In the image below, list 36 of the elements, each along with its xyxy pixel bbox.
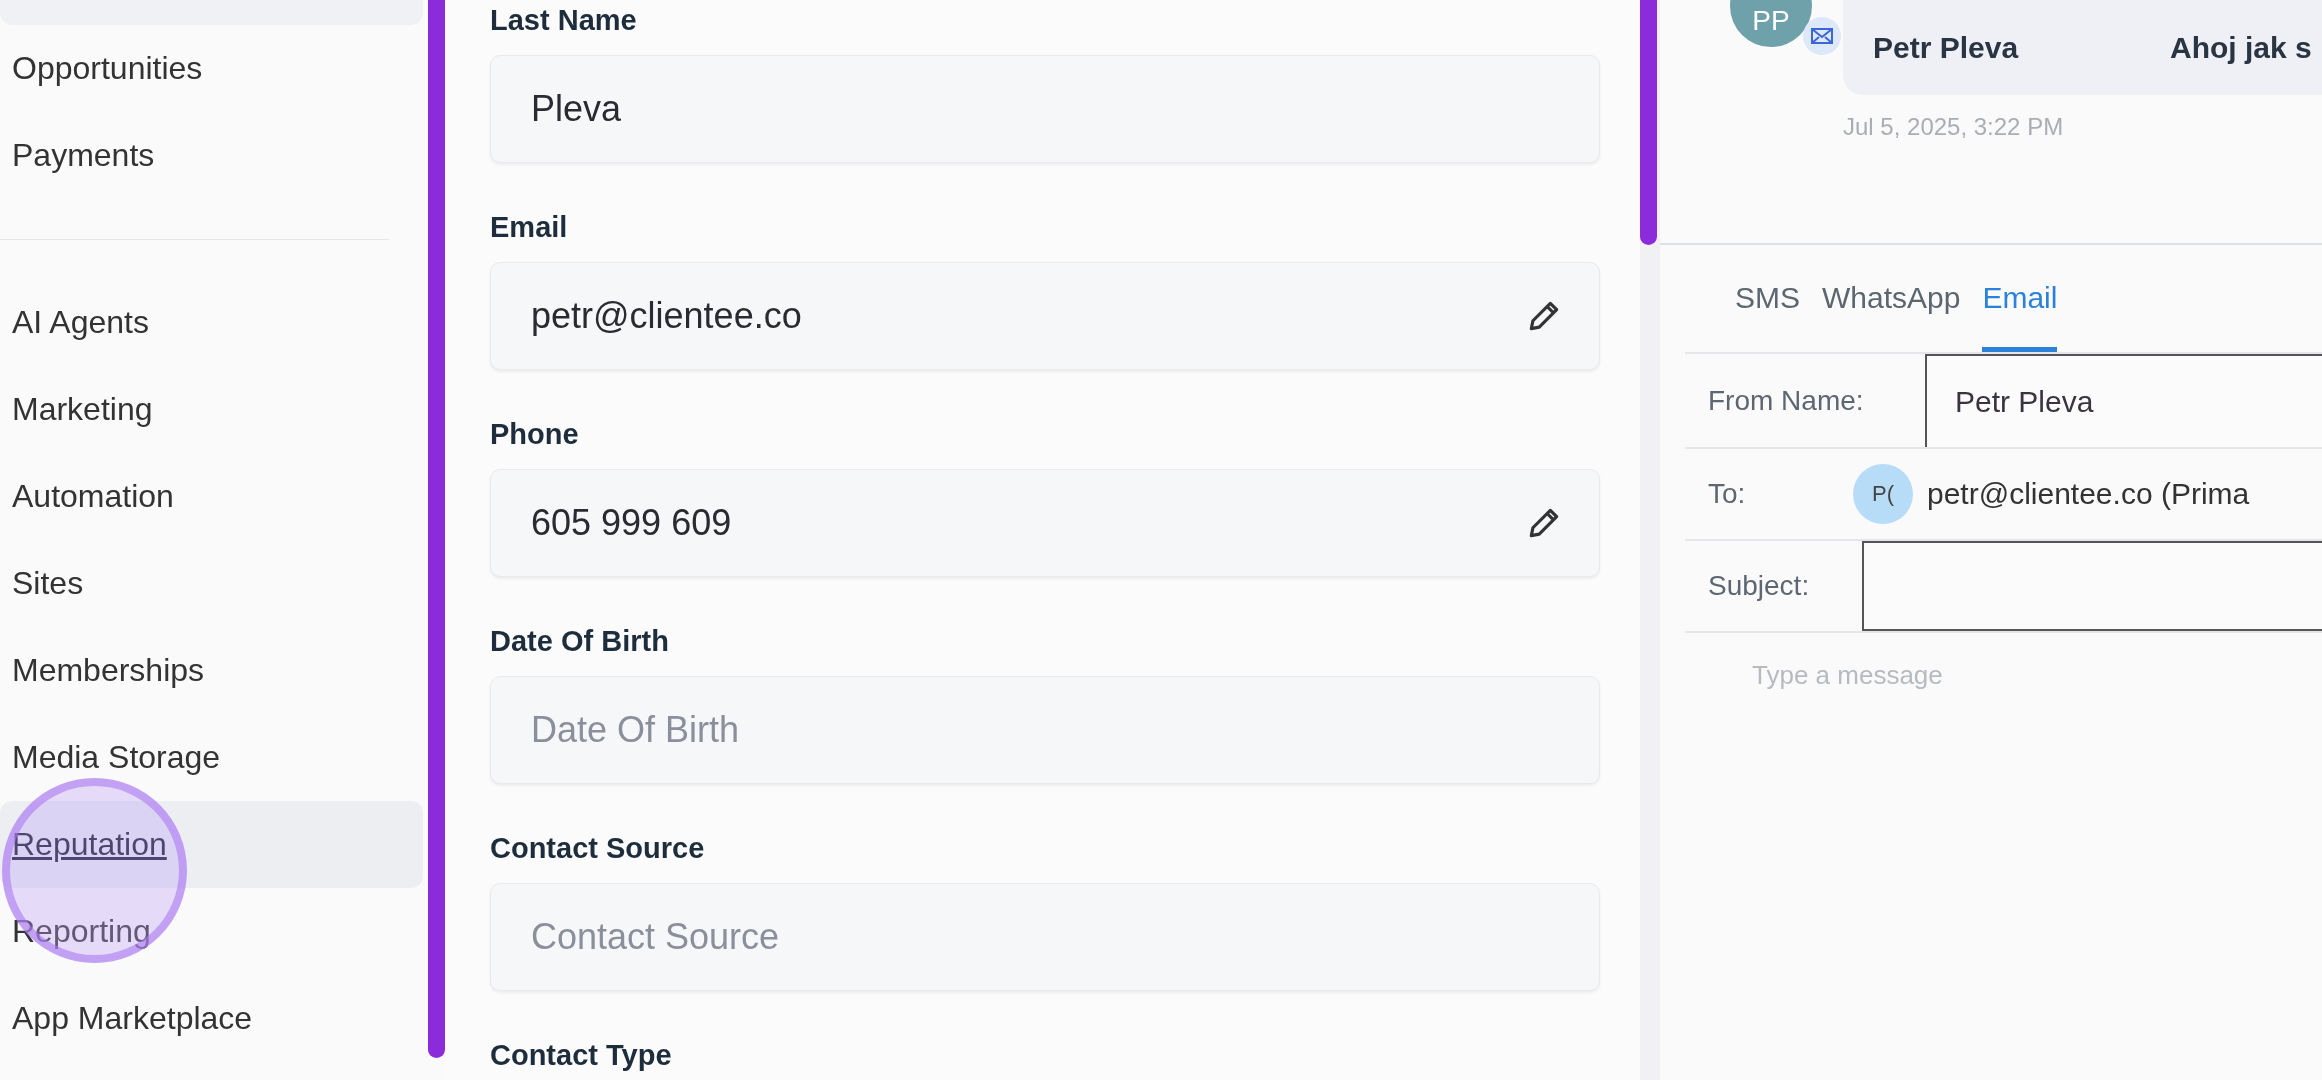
input-field[interactable]: 605 999 609: [490, 469, 1600, 577]
sidebar-item[interactable]: Marketing: [0, 366, 423, 453]
field-label: Phone: [490, 417, 579, 452]
mail-icon: [1803, 17, 1841, 55]
sidebar-item[interactable]: Automation: [0, 453, 423, 540]
sender-name: Petr Pleva: [1873, 30, 2020, 65]
channel-tab[interactable]: WhatsApp: [1822, 245, 1961, 352]
sidebar-item[interactable]: AI Agents: [0, 279, 423, 366]
sidebar-item[interactable]: Memberships: [0, 627, 423, 714]
sidebar-item[interactable]: Payments: [0, 112, 423, 199]
scrollbar-thumb[interactable]: [1640, 0, 1657, 245]
sidebar-item[interactable]: App Marketplace: [0, 975, 423, 1062]
avatar: P(: [1853, 464, 1913, 524]
field-label: Date Of Birth: [490, 624, 669, 659]
sidebar-item[interactable]: Opportunities: [0, 25, 423, 112]
subject-field[interactable]: [1862, 541, 2322, 631]
field-label: Last Name: [490, 3, 637, 38]
field-label: Subject:: [1707, 569, 1811, 603]
input-field[interactable]: Pleva: [490, 55, 1600, 163]
field-label: From Name:: [1707, 383, 1865, 418]
avatar: PP: [1730, 0, 1812, 47]
recipient-email: petr@clientee.co (Prima: [1927, 476, 2250, 512]
message-text: Ahoj jak s: [2170, 30, 2312, 65]
sidebar-item[interactable]: Reputation: [0, 801, 423, 888]
field-label: Email: [490, 210, 568, 245]
field-label: To:: [1707, 477, 1747, 511]
sidebar-item[interactable]: Media Storage: [0, 714, 423, 801]
sidebar-item[interactable]: Reporting: [0, 888, 423, 975]
message-time: Jul 5, 2025, 3:22 PM: [1843, 113, 2064, 141]
field-label: Contact Source: [490, 831, 705, 866]
channel-tab[interactable]: SMS: [1735, 245, 1800, 352]
scrollbar-thumb[interactable]: [428, 0, 445, 1058]
from-name-field[interactable]: Petr Pleva: [1925, 354, 2322, 447]
field-label: Contact Type: [490, 1038, 672, 1073]
input-field[interactable]: petr@clientee.co: [490, 262, 1600, 370]
sidebar-item[interactable]: Sites: [0, 540, 423, 627]
